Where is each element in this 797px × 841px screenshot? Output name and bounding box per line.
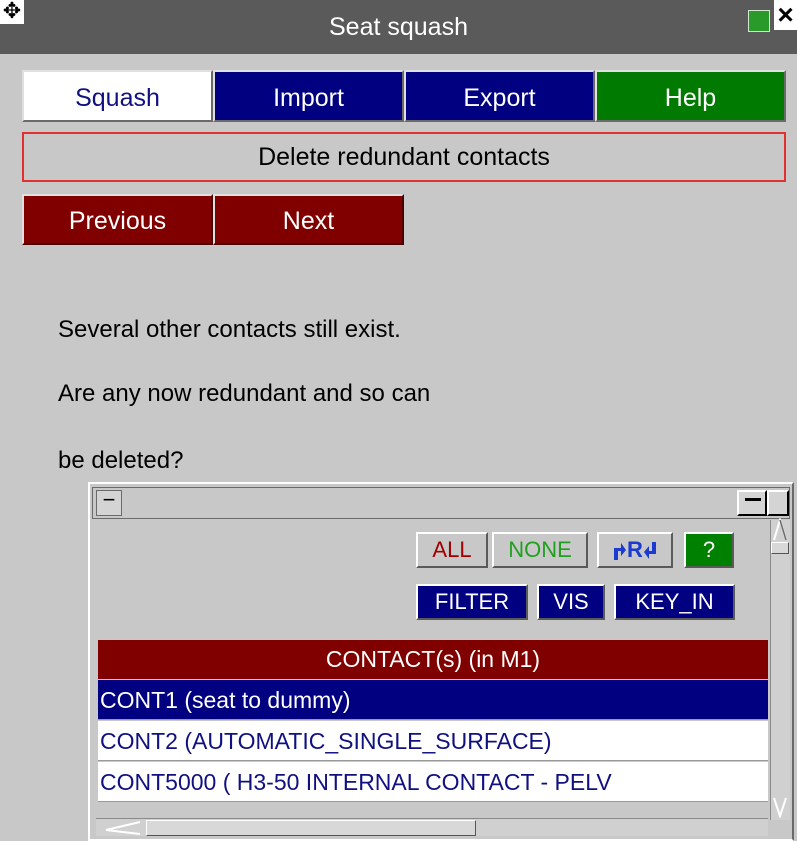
tab-import[interactable]: Import xyxy=(213,70,404,122)
step-title: Delete redundant contacts xyxy=(22,132,786,182)
previous-button[interactable]: Previous xyxy=(22,194,213,245)
list-item[interactable]: CONT2 (AUTOMATIC_SINGLE_SURFACE) xyxy=(98,721,768,761)
title-bar[interactable]: ✥ Seat squash × xyxy=(0,0,797,54)
reverse-arrow-right-icon xyxy=(643,542,656,560)
list-item[interactable]: CONT5000 ( H3-50 INTERNAL CONTACT - PELV xyxy=(98,762,768,802)
panel-header-bar xyxy=(92,487,790,519)
reverse-arrow-left-icon xyxy=(614,543,627,561)
scroll-down-icon[interactable] xyxy=(772,796,788,818)
minimize-icon[interactable]: − xyxy=(96,489,122,516)
vis-button[interactable]: VIS xyxy=(537,584,605,620)
select-none-button[interactable]: NONE xyxy=(492,532,588,568)
list-help-button[interactable]: ? xyxy=(684,532,734,568)
key-in-button[interactable]: KEY_IN xyxy=(614,584,735,620)
select-all-button[interactable]: ALL xyxy=(416,532,488,568)
scroll-up-icon[interactable] xyxy=(772,518,788,542)
collapse-icon[interactable] xyxy=(737,490,767,516)
scroll-left-icon[interactable] xyxy=(102,820,142,836)
close-icon[interactable]: × xyxy=(774,0,797,30)
window-status-icon[interactable] xyxy=(748,10,770,32)
list-item[interactable]: CONT1 (seat to dummy) xyxy=(98,680,768,720)
tab-squash[interactable]: Squash xyxy=(22,70,213,122)
tab-export[interactable]: Export xyxy=(404,70,595,122)
window-title: Seat squash xyxy=(329,13,468,41)
message-line-2: Are any now redundant and so can xyxy=(58,380,431,407)
vertical-scroll-thumb[interactable] xyxy=(771,542,789,554)
list-header: CONTACT(s) (in M1) xyxy=(98,640,768,679)
next-button[interactable]: Next xyxy=(213,194,404,245)
vertical-scrollbar[interactable] xyxy=(770,520,790,820)
reverse-selection-button[interactable]: R xyxy=(597,532,673,568)
horizontal-scroll-thumb[interactable] xyxy=(146,820,476,836)
reverse-label: R xyxy=(627,537,643,562)
filter-button[interactable]: FILTER xyxy=(416,584,528,620)
message-line-1: Several other contacts still exist. xyxy=(58,316,401,343)
message-line-3: be deleted? xyxy=(58,447,184,474)
tab-help[interactable]: Help xyxy=(595,70,786,122)
expand-icon[interactable] xyxy=(767,490,789,516)
